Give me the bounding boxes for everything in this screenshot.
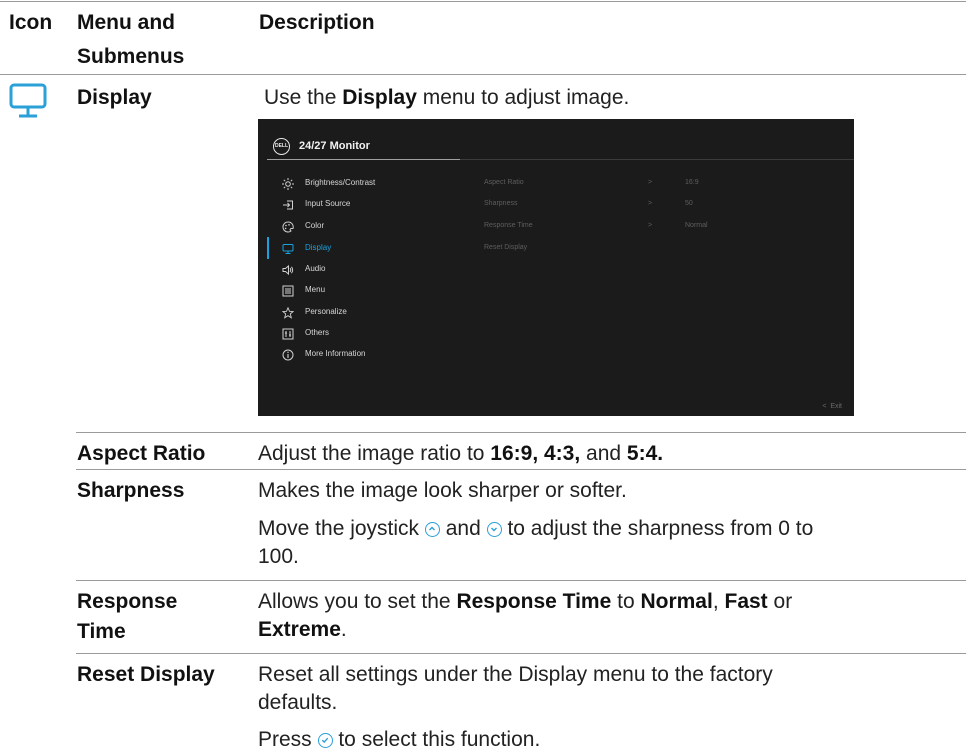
sharp-text-a: Move the joystick — [258, 517, 425, 540]
response-time-description: Allows you to set the Response Time to N… — [258, 588, 818, 644]
aspect-ratio-description: Adjust the image ratio to 16:9, 4:3, and… — [258, 440, 663, 468]
reset-text-b: to select this function. — [332, 728, 541, 751]
osd-menu-label: Input Source — [305, 199, 351, 208]
header-menu-line2: Submenus — [77, 45, 185, 68]
row-rule-aspect — [76, 432, 966, 433]
osd-menu-label: Display — [305, 243, 332, 252]
brightness-icon — [282, 177, 294, 190]
osd-menu-item-input-source[interactable]: Input Source — [258, 195, 458, 213]
reset-description-2: defaults. — [258, 691, 338, 714]
resp-text-3: , — [712, 590, 725, 613]
menu-response-time-label-1: Response — [77, 590, 178, 613]
osd-menu-label: Brightness/Contrast — [305, 178, 376, 187]
aspect-text-2: and — [580, 442, 627, 465]
chevron-down-circle-icon — [486, 522, 502, 537]
osd-sub-label[interactable]: Aspect Ratio — [484, 174, 524, 192]
resp-text-2: to — [611, 590, 641, 613]
menu-response-time-label-2: Time — [77, 620, 126, 643]
check-circle-icon — [317, 733, 333, 748]
row-rule-sharpness — [76, 469, 966, 470]
resp-bold-1: Response Time — [456, 590, 612, 613]
osd-sub-value: 16:9 — [685, 179, 699, 186]
osd-sub-arrow: > — [648, 222, 653, 229]
header-icon: Icon — [9, 11, 53, 34]
osd-screenshot: DELL 24/27 Monitor Brightness/Contrast I… — [258, 119, 854, 416]
osd-menu-item-others[interactable]: Others — [258, 324, 458, 342]
osd-menu-item-audio[interactable]: Audio — [258, 260, 458, 278]
display-desc-bold: Display — [342, 86, 417, 109]
menu-icon — [282, 284, 294, 297]
chevron-up-circle-icon — [424, 522, 440, 537]
table-top-rule — [0, 1, 966, 2]
header-bottom-rule — [0, 74, 966, 75]
resp-bold-2: Normal — [640, 590, 713, 613]
osd-menu-label: More Information — [305, 349, 366, 358]
osd-exit[interactable]: < Exit — [822, 400, 842, 414]
osd-sub-label[interactable]: Response Time — [484, 217, 533, 235]
sharp-text-c: to adjust the sharpness from 0 to — [501, 517, 814, 540]
color-icon — [282, 220, 294, 233]
sharp-text-d: 100. — [258, 545, 299, 568]
menu-sharpness-label: Sharpness — [77, 479, 185, 502]
chevron-left-icon: < — [822, 403, 827, 410]
resp-bold-4: Extreme — [258, 618, 341, 641]
sharp-text-b: and — [439, 517, 487, 540]
osd-menu-label: Menu — [305, 285, 326, 294]
sharpness-description-1: Makes the image look sharper or softer. — [258, 479, 627, 502]
osd-menu-item-brightness[interactable]: Brightness/Contrast — [258, 174, 458, 192]
osd-sub-label[interactable]: Sharpness — [484, 195, 517, 213]
resp-text-1: Allows you to set the — [258, 590, 457, 613]
display-desc-suffix: menu to adjust image. — [416, 86, 630, 109]
star-icon — [281, 306, 295, 319]
osd-menu-item-display[interactable]: Display — [258, 239, 458, 257]
osd-exit-label: Exit — [830, 403, 842, 410]
osd-title-rule-dim — [460, 159, 854, 160]
osd-sub-value: 50 — [685, 200, 693, 207]
menu-reset-display-label: Reset Display — [77, 663, 215, 686]
header-menu-line1: Menu and — [77, 11, 175, 34]
reset-description-3: Press to select this function. — [258, 726, 540, 754]
row-rule-response — [76, 580, 966, 581]
osd-menu-item-personalize[interactable]: Personalize — [258, 303, 458, 321]
menu-aspect-ratio-label: Aspect Ratio — [77, 442, 206, 465]
osd-menu-label: Color — [305, 221, 325, 230]
header-description: Description — [259, 11, 375, 34]
monitor-icon — [8, 82, 48, 120]
osd-menu-item-color[interactable]: Color — [258, 217, 458, 235]
osd-menu-label: Others — [305, 328, 330, 337]
display-desc-prefix: Use the — [264, 86, 343, 109]
audio-icon — [282, 263, 294, 276]
osd-menu-label: Audio — [305, 264, 326, 273]
osd-menu-label: Personalize — [305, 307, 347, 316]
resp-text-4: or — [767, 590, 793, 613]
aspect-bold-2: 5:4. — [626, 442, 664, 465]
resp-text-5: . — [340, 618, 347, 641]
row-rule-reset — [76, 653, 966, 654]
aspect-bold-1: 16:9, 4:3, — [490, 442, 581, 465]
osd-menu-item-menu[interactable]: Menu — [258, 281, 458, 299]
reset-text-a: Press — [258, 728, 318, 751]
osd-menu-item-more-information[interactable]: More Information — [258, 345, 458, 363]
display-icon — [282, 242, 294, 254]
osd-title-rule — [267, 159, 460, 160]
osd-sub-label[interactable]: Reset Display — [484, 239, 527, 257]
others-icon — [282, 327, 294, 340]
osd-sub-arrow: > — [648, 179, 653, 186]
info-icon — [282, 348, 294, 361]
input-source-icon — [282, 198, 294, 210]
menu-display-label: Display — [77, 86, 152, 109]
display-description: Use the Display menu to adjust image. — [264, 84, 629, 112]
osd-sub-value: Normal — [685, 222, 708, 229]
sharpness-description-2: Move the joystick and to adjust the shar… — [258, 515, 818, 571]
osd-sub-arrow: > — [648, 200, 653, 207]
dell-logo: DELL — [273, 138, 290, 155]
aspect-text-1: Adjust the image ratio to — [258, 442, 491, 465]
resp-bold-3: Fast — [724, 590, 768, 613]
reset-description-1: Reset all settings under the Display men… — [258, 663, 773, 686]
osd-title: 24/27 Monitor — [299, 140, 370, 152]
